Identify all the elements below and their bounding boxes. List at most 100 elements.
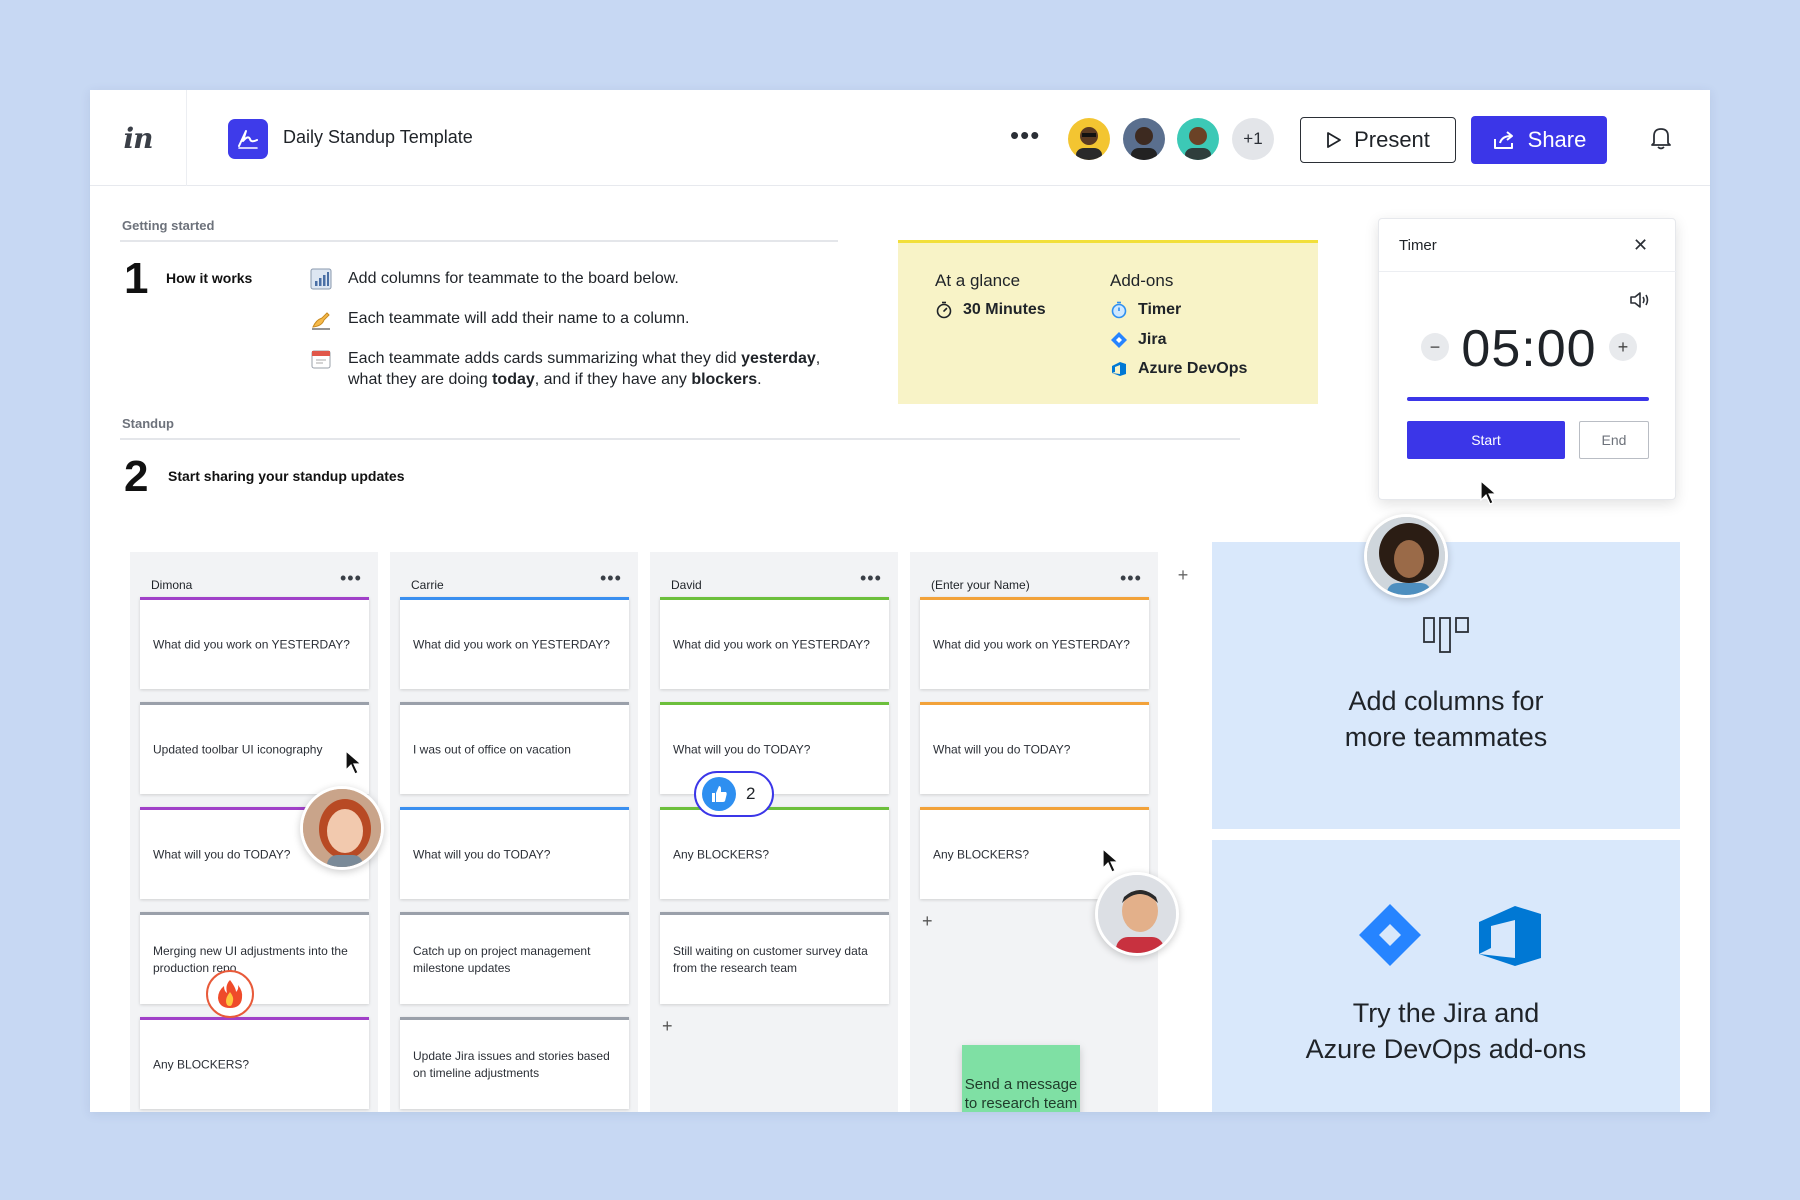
card[interactable]: What will you do TODAY? — [920, 702, 1149, 794]
card[interactable]: Any BLOCKERS? — [660, 807, 889, 899]
card[interactable]: What did you work on YESTERDAY? — [660, 597, 889, 689]
column-more-icon[interactable]: ••• — [1120, 568, 1142, 589]
column-more-icon[interactable]: ••• — [860, 568, 882, 589]
board-column[interactable]: (Enter your Name) ••• What did you work on… — [910, 552, 1158, 1112]
card-text: What did you work on YESTERDAY? — [673, 637, 870, 651]
fire-reaction-badge[interactable] — [206, 970, 254, 1018]
collaborator-avatar-1[interactable] — [1068, 118, 1110, 160]
column-more-icon[interactable]: ••• — [600, 568, 622, 589]
column-name[interactable]: (Enter your Name) — [931, 578, 1030, 592]
notification-bell-icon[interactable] — [1650, 126, 1672, 155]
card[interactable]: What did you work on YESTERDAY? — [920, 597, 1149, 689]
speaker-icon[interactable] — [1629, 291, 1651, 314]
addon-jira[interactable]: Jira — [1110, 331, 1166, 349]
card[interactable]: What did you work on YESTERDAY? — [140, 597, 369, 689]
column-more-icon[interactable]: ••• — [340, 568, 362, 589]
increase-time-button[interactable]: + — [1609, 333, 1637, 361]
at-a-glance-panel: At a glance 30 Minutes Add-ons Timer Jir… — [898, 240, 1318, 404]
present-label: Present — [1354, 127, 1430, 152]
card-text: What will you do TODAY? — [933, 742, 1071, 756]
end-button[interactable]: End — [1579, 421, 1649, 459]
step-2-title: Start sharing your standup updates — [168, 468, 405, 484]
invision-logo[interactable]: in — [90, 90, 187, 186]
card[interactable]: Catch up on project management milestone… — [400, 912, 629, 1004]
addon-timer[interactable]: Timer — [1110, 301, 1181, 319]
document-title[interactable]: Daily Standup Template — [283, 127, 473, 148]
card-text: Any BLOCKERS? — [153, 1057, 250, 1071]
card[interactable]: What will you do TODAY? — [400, 807, 629, 899]
promo-addons-line2: Azure DevOps add-ons — [1305, 1034, 1587, 1064]
calendar-icon — [310, 348, 332, 370]
promo-columns-line1: Add columns for — [1348, 686, 1544, 716]
board-column[interactable]: Carrie ••• What did you work on YESTERDAY?… — [390, 552, 638, 1112]
more-options-icon[interactable]: ••• — [1010, 120, 1040, 151]
writing-hand-icon — [310, 308, 332, 330]
card-text: Still waiting on customer survey data fr… — [673, 943, 868, 975]
card-text: I was out of office on vacation — [413, 742, 571, 756]
card-text: What did you work on YESTERDAY? — [413, 637, 610, 651]
column-name[interactable]: David — [671, 578, 702, 592]
card-text: Catch up on project management milestone… — [413, 943, 591, 975]
like-reaction-badge[interactable]: 2 — [694, 771, 774, 817]
start-button[interactable]: Start — [1407, 421, 1565, 459]
column-name[interactable]: Dimona — [151, 578, 192, 592]
present-button[interactable]: Present — [1300, 117, 1456, 163]
azure-devops-icon — [1112, 362, 1126, 376]
cursor-icon — [345, 750, 363, 775]
divider — [1379, 271, 1677, 272]
jira-icon — [1111, 332, 1127, 348]
card[interactable]: Updated toolbar UI iconography — [140, 702, 369, 794]
collaborator-avatar-2[interactable] — [1123, 118, 1165, 160]
collaborator-avatar-3[interactable] — [1177, 118, 1219, 160]
card[interactable]: What did you work on YESTERDAY? — [400, 597, 629, 689]
addon-azure-devops[interactable]: Azure DevOps — [1110, 360, 1247, 378]
at-a-glance-heading: At a glance — [935, 271, 1021, 290]
sticky-note[interactable]: Send a message to research team — [962, 1045, 1080, 1112]
column-name[interactable]: Carrie — [411, 578, 444, 592]
card[interactable]: Merging new UI adjustments into the prod… — [140, 912, 369, 1004]
instruction-1: Add columns for teammate to the board be… — [348, 270, 679, 287]
collaborator-avatar-redhead — [300, 786, 384, 870]
card-text: What did you work on YESTERDAY? — [153, 637, 350, 651]
columns-icon — [1423, 617, 1469, 653]
card[interactable]: Any BLOCKERS? — [140, 1017, 369, 1109]
step-1-title: How it works — [166, 270, 253, 286]
card-text: Merging new UI adjustments into the prod… — [153, 943, 348, 975]
play-icon — [1327, 132, 1341, 148]
timer-progress-bar — [1407, 397, 1649, 401]
collaborator-avatar-curly — [1364, 514, 1448, 598]
add-columns-promo: Add columns for more teammates — [1212, 542, 1680, 829]
add-ons-heading: Add-ons — [1110, 271, 1174, 290]
add-column-button[interactable]: + — [1168, 560, 1198, 590]
thumbs-up-icon — [702, 777, 736, 811]
card[interactable]: What will you do TODAY? — [660, 702, 889, 794]
share-label: Share — [1527, 127, 1587, 152]
freehand-doc-icon — [228, 119, 268, 159]
logo-text: in — [123, 121, 154, 155]
azure-devops-logo-icon — [1479, 906, 1541, 966]
card[interactable]: I was out of office on vacation — [400, 702, 629, 794]
share-icon — [1493, 131, 1513, 149]
card-text: What will you do TODAY? — [413, 847, 551, 861]
card-text: What did you work on YESTERDAY? — [933, 637, 1130, 651]
add-card-button[interactable]: + — [922, 911, 933, 932]
duration-item: 30 Minutes — [935, 301, 1046, 319]
addons-promo: Try the Jira and Azure DevOps add-ons — [1212, 840, 1680, 1112]
decrease-time-button[interactable]: − — [1421, 333, 1449, 361]
cursor-icon — [1480, 480, 1498, 505]
card[interactable]: Update Jira issues and stories based on … — [400, 1017, 629, 1109]
more-collaborators-badge[interactable]: +1 — [1232, 118, 1274, 160]
jira-logo-icon — [1359, 904, 1421, 966]
top-bar: in Daily Standup Template ••• +1 Present… — [90, 90, 1710, 186]
standup-label: Standup — [122, 416, 174, 431]
card[interactable]: Still waiting on customer survey data fr… — [660, 912, 889, 1004]
share-button[interactable]: Share — [1471, 116, 1607, 164]
divider — [120, 438, 1240, 440]
board-column[interactable]: David ••• What did you work on YESTERDAY? W… — [650, 552, 898, 1112]
timer-icon — [1111, 301, 1127, 319]
instruction-3: Each teammate adds cards summarizing wha… — [348, 350, 821, 388]
add-card-button[interactable]: + — [662, 1016, 673, 1037]
card-text: What will you do TODAY? — [673, 742, 811, 756]
close-icon[interactable]: ✕ — [1633, 235, 1648, 256]
addon-azure-label: Azure DevOps — [1138, 360, 1248, 377]
